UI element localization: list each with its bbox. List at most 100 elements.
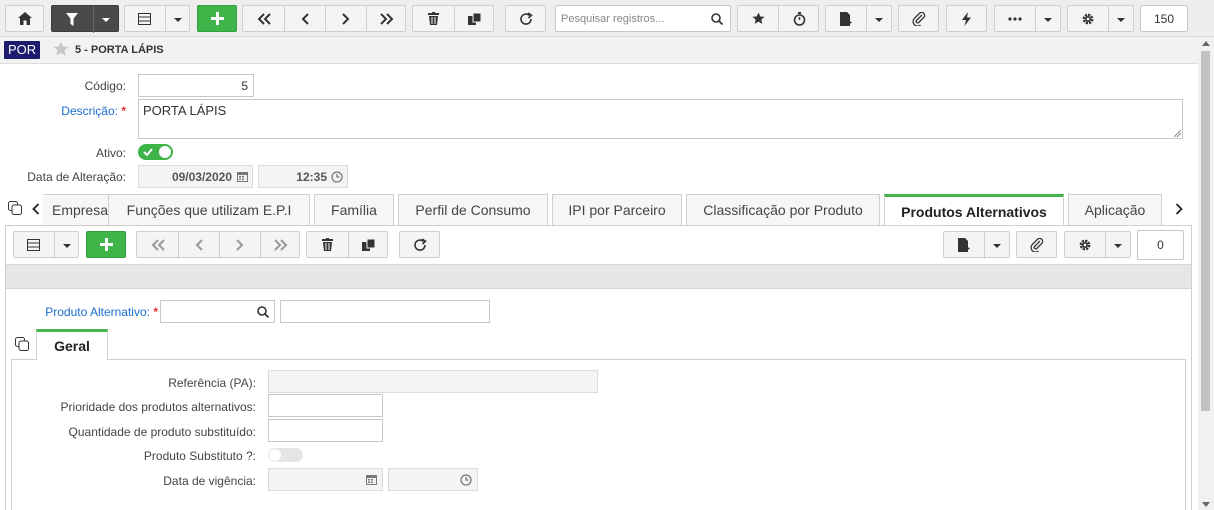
- timer-button[interactable]: [779, 6, 819, 31]
- tab-produtos-alternativos[interactable]: Produtos Alternativos: [884, 194, 1064, 226]
- prioridade-field[interactable]: [268, 394, 383, 417]
- required-marker: *: [153, 305, 158, 319]
- codigo-value: 5: [241, 79, 248, 93]
- tabs-scroll-right-icon[interactable]: [1175, 203, 1183, 215]
- more-options-button[interactable]: [994, 5, 1061, 33]
- ellipsis-icon: [1008, 17, 1022, 21]
- tab-classificacao-produto[interactable]: Classificação por Produto: [686, 194, 880, 225]
- page-title: 5 - PORTA LÁPIS: [75, 44, 164, 56]
- sub-attachment-button[interactable]: [1016, 231, 1057, 258]
- sub-grid-view-button[interactable]: [13, 231, 79, 259]
- star-icon: [751, 12, 765, 24]
- scroll-down-icon[interactable]: [1202, 502, 1210, 507]
- sub-first-record-button[interactable]: [137, 232, 178, 257]
- vigencia-time-field[interactable]: [388, 468, 478, 491]
- duplicate-button[interactable]: [455, 6, 494, 31]
- chevron-down-icon: [1044, 18, 1052, 22]
- required-marker: *: [121, 104, 126, 118]
- tab-label: Família: [331, 202, 377, 218]
- scrollbar-thumb[interactable]: [1201, 51, 1210, 411]
- descricao-label: Descrição: *: [0, 104, 126, 118]
- search-input[interactable]: Pesquisar registros...: [555, 5, 731, 32]
- tab-label: Classificação por Produto: [703, 202, 863, 218]
- last-record-button[interactable]: [367, 6, 406, 31]
- report-button[interactable]: [825, 5, 892, 33]
- scroll-up-icon[interactable]: [1202, 41, 1210, 46]
- refresh-button[interactable]: [505, 5, 546, 32]
- chevron-left-icon: [195, 238, 203, 251]
- ativo-toggle[interactable]: [138, 144, 173, 160]
- substituto-label: Produto Substituto ?:: [143, 449, 256, 463]
- produto-alternativo-description-field[interactable]: [280, 300, 490, 323]
- navigation-group: [242, 5, 406, 33]
- favorite-button[interactable]: [738, 6, 778, 31]
- sub-duplicate-button[interactable]: [349, 232, 388, 257]
- quantidade-field[interactable]: [268, 419, 383, 442]
- search-icon[interactable]: [711, 13, 723, 25]
- substituto-toggle[interactable]: [268, 448, 303, 462]
- plus-icon: [99, 238, 113, 251]
- tab-familia[interactable]: Família: [314, 194, 394, 225]
- previous-record-button[interactable]: [285, 6, 325, 31]
- prioridade-label: Prioridade dos produtos alternativos:: [60, 400, 256, 414]
- double-chevron-right-icon: [273, 238, 287, 251]
- chevron-down-icon: [63, 244, 71, 248]
- vigencia-date-field[interactable]: [268, 468, 383, 491]
- sub-previous-record-button[interactable]: [179, 232, 219, 257]
- gear-icon: [1079, 239, 1091, 251]
- produto-alternativo-code-field[interactable]: [160, 300, 275, 323]
- copy-tabs-icon[interactable]: [8, 201, 22, 215]
- tab-label: Geral: [54, 338, 90, 354]
- actions-button[interactable]: [946, 5, 987, 32]
- sub-report-button[interactable]: [943, 231, 1010, 259]
- tab-label: Perfil de Consumo: [415, 202, 531, 218]
- delete-button[interactable]: [413, 6, 454, 31]
- home-button[interactable]: [5, 5, 44, 32]
- sub-refresh-button[interactable]: [399, 231, 440, 258]
- descricao-field[interactable]: PORTA LÁPIS: [138, 99, 1183, 139]
- codigo-field[interactable]: 5: [138, 74, 254, 97]
- document-icon: [958, 238, 970, 252]
- data-alteracao-date: 09/03/2020: [171, 170, 232, 184]
- chevron-right-icon: [236, 238, 244, 251]
- tab-perfil-consumo[interactable]: Perfil de Consumo: [398, 194, 548, 225]
- produto-alternativo-label: Produto Alternativo: *: [0, 305, 158, 319]
- data-alteracao-label: Data de Alteração:: [27, 170, 126, 184]
- filter-button[interactable]: [51, 5, 119, 33]
- clock-icon: [331, 171, 343, 183]
- first-record-button[interactable]: [243, 6, 284, 31]
- sub-delete-button[interactable]: [307, 232, 348, 257]
- tab-aplicacao[interactable]: Aplicação: [1068, 194, 1162, 225]
- next-record-button[interactable]: [326, 6, 366, 31]
- resize-handle-icon[interactable]: [1174, 130, 1181, 137]
- grid-view-button[interactable]: [124, 5, 190, 33]
- stopwatch-icon: [793, 11, 805, 26]
- tab-strip: Empresa Funções que utilizam E.P.I Famíl…: [43, 194, 1163, 226]
- calendar-icon[interactable]: [366, 474, 377, 485]
- favorite-star-icon[interactable]: [53, 41, 69, 57]
- sub-record-actions-group: [306, 231, 388, 259]
- tabs-scroll-left-icon[interactable]: [32, 203, 40, 215]
- gear-icon: [1082, 13, 1094, 25]
- tab-ipi-parceiro[interactable]: IPI por Parceiro: [552, 194, 682, 225]
- chevron-down-icon: [102, 18, 110, 22]
- tab-geral[interactable]: Geral: [36, 329, 108, 360]
- vertical-scrollbar[interactable]: [1198, 37, 1214, 510]
- sub-add-button[interactable]: [86, 231, 126, 258]
- double-chevron-left-icon: [151, 238, 165, 251]
- chevron-right-icon: [342, 12, 350, 25]
- settings-button[interactable]: [1067, 5, 1134, 33]
- attachment-button[interactable]: [898, 5, 939, 32]
- copy-tabs-icon[interactable]: [15, 337, 29, 351]
- clock-icon[interactable]: [460, 474, 472, 486]
- grid-icon: [138, 13, 151, 25]
- tab-label: Aplicação: [1084, 202, 1146, 218]
- refresh-icon: [413, 237, 427, 251]
- sub-navigation-group: [136, 231, 300, 259]
- sub-settings-button[interactable]: [1064, 231, 1131, 259]
- sub-next-record-button[interactable]: [220, 232, 260, 257]
- search-icon[interactable]: [257, 306, 269, 318]
- add-button[interactable]: [197, 5, 237, 32]
- sub-last-record-button[interactable]: [261, 232, 300, 257]
- tab-funcoes-epi[interactable]: Funções que utilizam E.P.I: [108, 194, 310, 225]
